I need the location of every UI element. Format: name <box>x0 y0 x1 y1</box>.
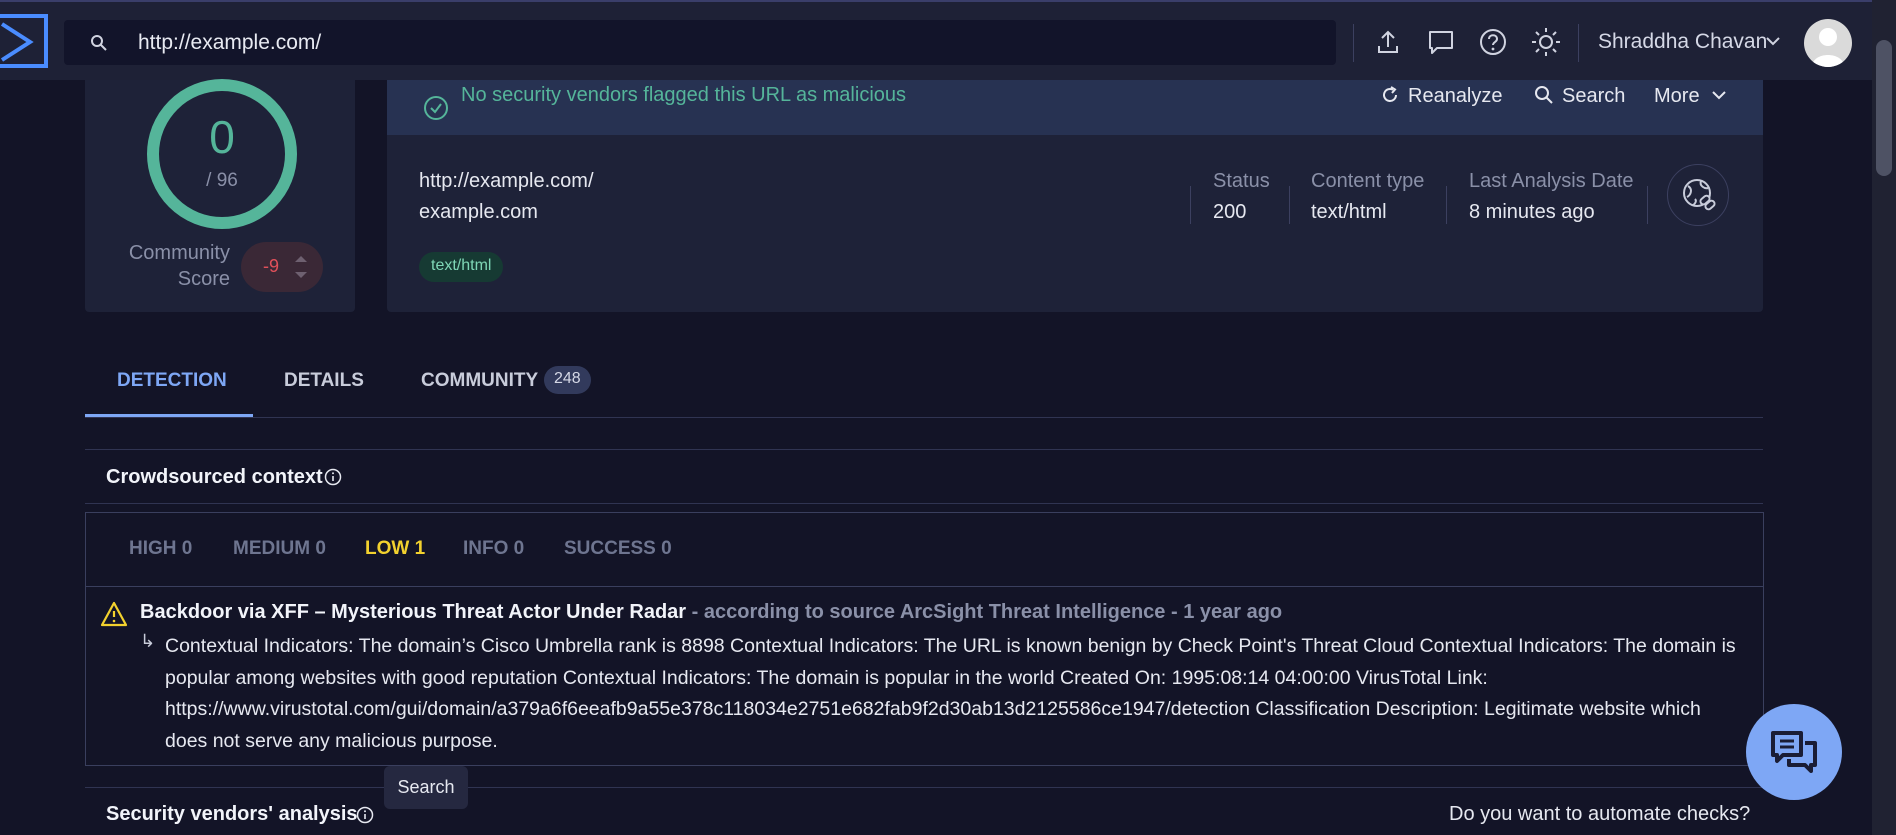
filter-success[interactable]: SUCCESS 0 <box>564 538 672 560</box>
divider <box>1578 24 1579 62</box>
filter-high[interactable]: HIGH 0 <box>129 538 192 560</box>
community-score-label: Community Score <box>128 242 230 290</box>
vendors-title: Security vendors' analysis <box>106 803 358 825</box>
search-label: Search <box>1562 85 1626 107</box>
section-divider <box>85 449 1763 450</box>
scrollbar-thumb[interactable] <box>1876 40 1892 176</box>
divider <box>1190 186 1191 224</box>
info-icon[interactable] <box>324 468 342 486</box>
filter-info[interactable]: INFO 0 <box>463 538 524 560</box>
score-card: 0 / 96 Community Score -9 <box>85 79 355 312</box>
crowdsourced-title: Crowdsourced context <box>106 466 323 488</box>
subdirectory-arrow-icon: ↳ <box>140 631 156 651</box>
section-divider <box>85 503 1763 504</box>
last-analysis-label: Last Analysis Date <box>1469 170 1634 192</box>
divider <box>1446 186 1447 224</box>
divider <box>1647 186 1648 224</box>
theme-icon[interactable] <box>1530 26 1562 58</box>
tab-community[interactable]: COMMUNITY <box>421 370 538 392</box>
scanned-url[interactable]: http://example.com/ <box>419 170 594 193</box>
section-divider <box>85 787 1763 788</box>
tab-details[interactable]: DETAILS <box>284 370 364 392</box>
search-input[interactable]: http://example.com/ <box>138 31 321 55</box>
verdict-message: No security vendors flagged this URL as … <box>461 84 907 106</box>
search-icon <box>1535 86 1553 104</box>
info-icon[interactable] <box>356 806 374 824</box>
detection-total: / 96 <box>206 170 238 191</box>
more-label: More <box>1654 85 1700 107</box>
alert-source[interactable]: - according to source ArcSight Threat In… <box>686 601 1283 623</box>
reanalyze-button[interactable]: Reanalyze <box>1380 85 1503 108</box>
chevron-down-icon <box>1711 91 1726 100</box>
community-count-badge: 248 <box>544 366 591 394</box>
refresh-icon <box>1383 86 1397 102</box>
community-score-pill: -9 <box>241 242 323 292</box>
help-icon[interactable] <box>1477 26 1509 58</box>
crowdsourced-box: HIGH 0 MEDIUM 0 LOW 1 INFO 0 SUCCESS 0 B… <box>85 512 1764 766</box>
last-analysis-value: 8 minutes ago <box>1469 201 1595 223</box>
filter-medium[interactable]: MEDIUM 0 <box>233 538 326 560</box>
alert-body: Contextual Indicators: The domain’s Cisc… <box>165 635 1736 752</box>
scanned-domain[interactable]: example.com <box>419 201 538 224</box>
content-type-label: Content type <box>1311 170 1425 192</box>
chat-button[interactable] <box>1746 704 1842 800</box>
status-value: 200 <box>1213 201 1247 223</box>
avatar[interactable] <box>1804 19 1852 67</box>
warning-icon <box>100 601 128 627</box>
tab-detection[interactable]: DETECTION <box>117 370 227 392</box>
filter-low[interactable]: LOW 1 <box>365 538 425 560</box>
divider <box>1289 186 1290 224</box>
reanalyze-label: Reanalyze <box>1408 85 1503 107</box>
alert-title: Backdoor via XFF – Mysterious Threat Act… <box>140 601 687 623</box>
automate-link[interactable]: Do you want to automate checks? <box>1449 803 1750 826</box>
verdict-banner: No security vendors flagged this URL as … <box>387 80 1763 135</box>
more-button[interactable]: More <box>1654 85 1728 108</box>
tooltip: Search <box>384 766 468 809</box>
status-label: Status <box>1213 170 1270 192</box>
tab-bar-divider <box>85 417 1763 418</box>
chat-icon <box>1771 731 1817 773</box>
chevron-down-icon[interactable] <box>1764 32 1782 50</box>
detection-count: 0 <box>209 111 235 163</box>
comment-icon[interactable] <box>1425 26 1457 58</box>
severity-filters: HIGH 0 MEDIUM 0 LOW 1 INFO 0 SUCCESS 0 <box>86 513 1763 587</box>
search-button[interactable]: Search <box>1534 85 1625 108</box>
active-tab-indicator <box>85 414 253 417</box>
content-type-value: text/html <box>1311 201 1387 223</box>
top-bar: http://example.com/ Shraddha Chavan <box>0 0 1896 80</box>
vote-arrows-icon[interactable] <box>293 252 309 282</box>
alert-heading: Backdoor via XFF – Mysterious Threat Act… <box>140 601 1282 624</box>
globe-link-icon <box>1683 179 1716 211</box>
virustotal-logo-icon[interactable] <box>0 14 48 68</box>
divider <box>1353 24 1354 62</box>
upload-icon[interactable] <box>1372 26 1404 58</box>
url-graph-button[interactable] <box>1667 164 1729 226</box>
search-bar[interactable]: http://example.com/ <box>64 20 1336 65</box>
community-score-value: -9 <box>263 256 280 276</box>
search-icon <box>91 35 107 51</box>
check-circle-icon <box>424 96 448 120</box>
url-info-card: No security vendors flagged this URL as … <box>387 80 1763 312</box>
user-name[interactable]: Shraddha Chavan <box>1598 30 1767 54</box>
content-type-tag: text/html <box>419 252 504 282</box>
